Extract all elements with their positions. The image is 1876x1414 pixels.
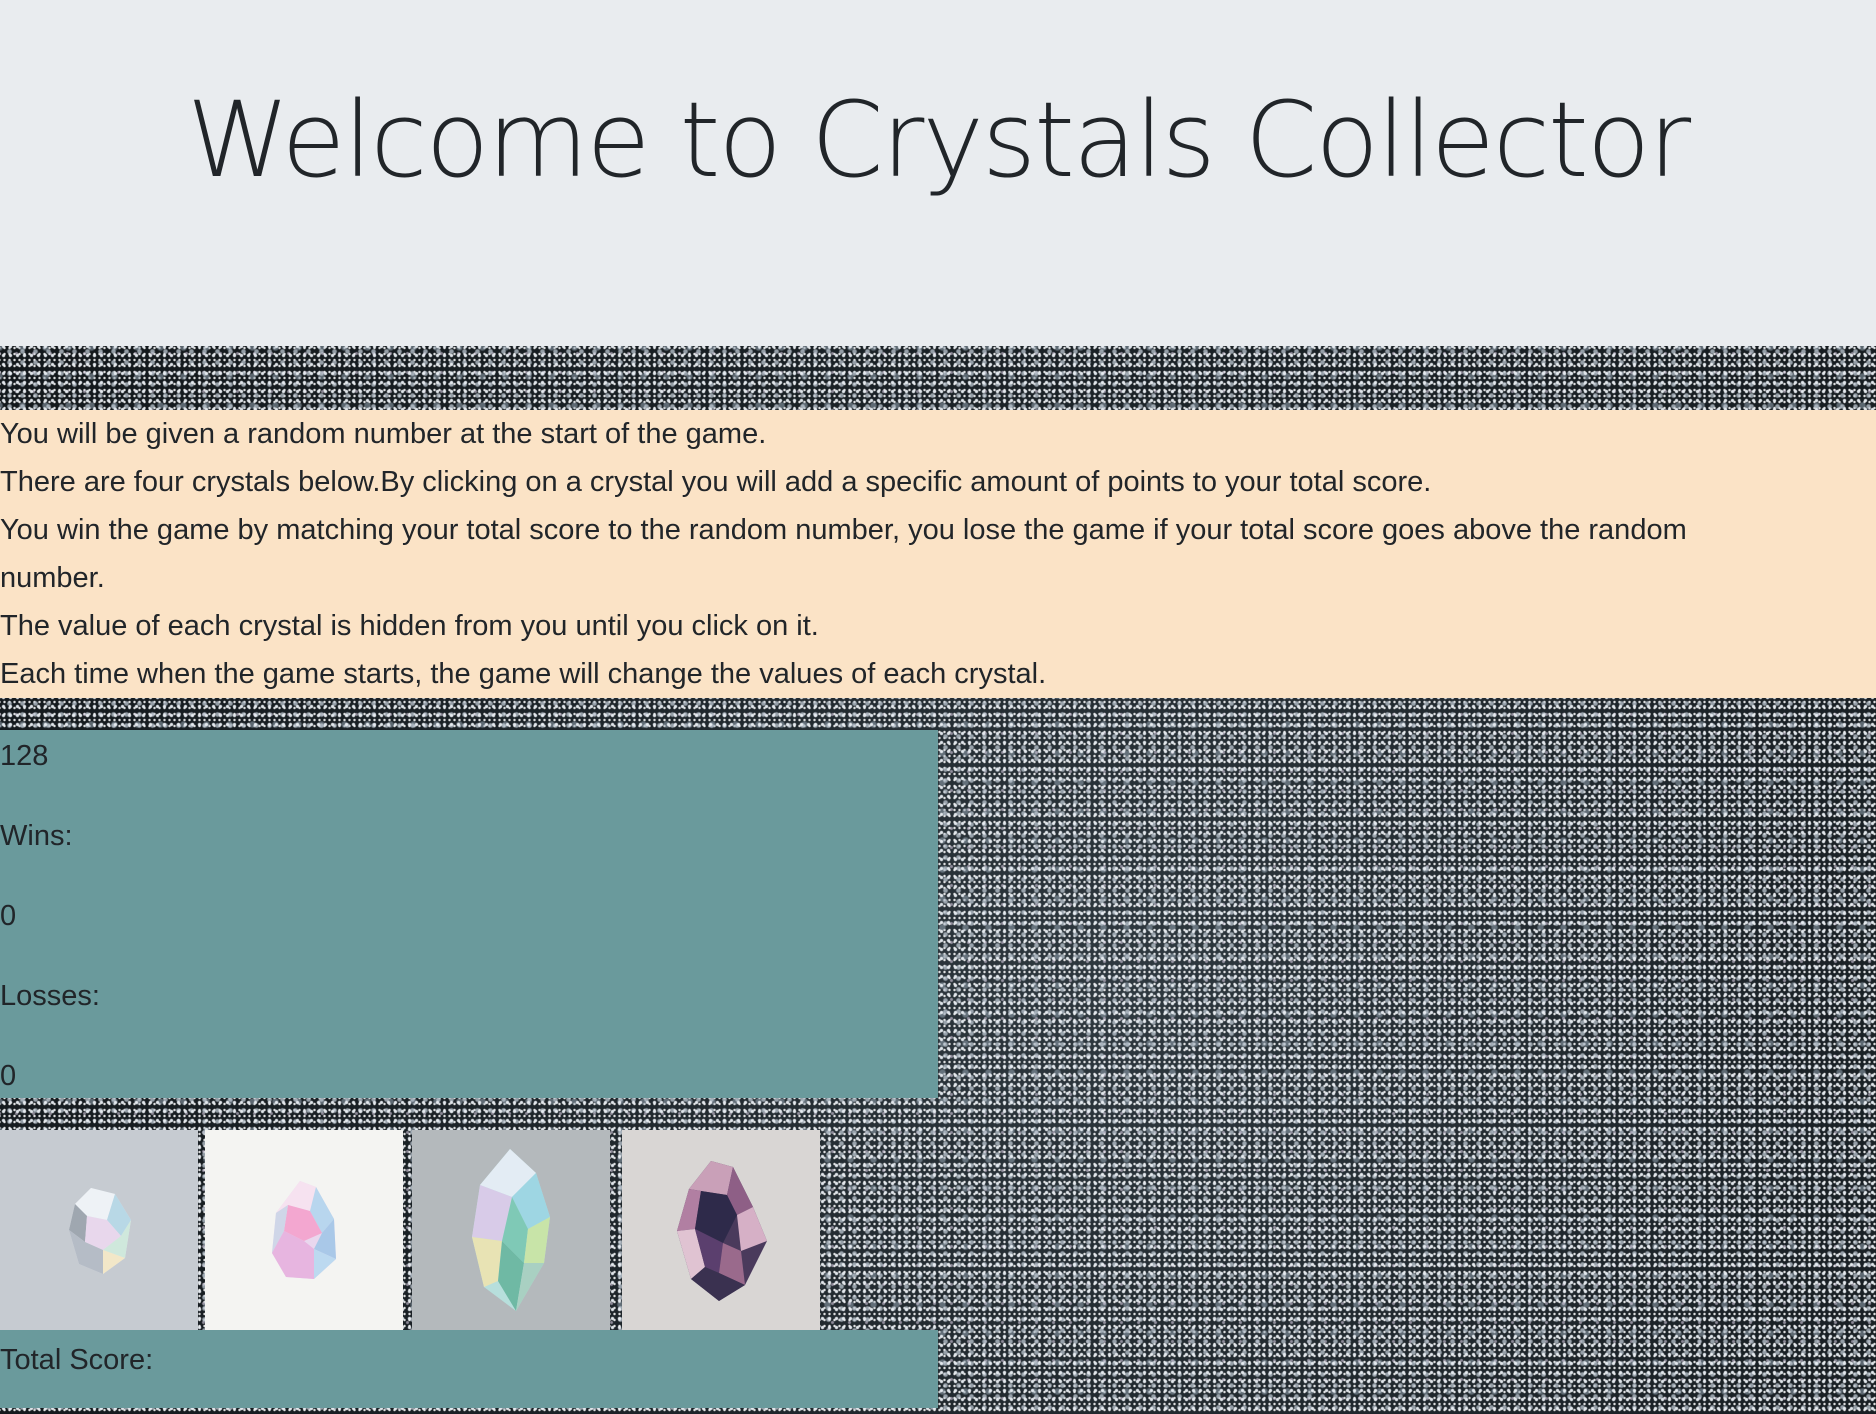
total-score-panel: Total Score: xyxy=(0,1330,938,1408)
wins-label: Wins: xyxy=(0,820,73,852)
losses-value: 0 xyxy=(0,1060,17,1092)
random-number: 128 xyxy=(0,740,49,772)
wins-value: 0 xyxy=(0,900,17,932)
page-title: Welcome to Crystals Collector xyxy=(186,79,1691,201)
instructions-panel: You will be given a random number at the… xyxy=(0,410,1876,698)
jumbotron-header: Welcome to Crystals Collector xyxy=(0,0,1876,346)
instruction-line: The value of each crystal is hidden from… xyxy=(0,610,819,642)
instruction-line: Each time when the game starts, the game… xyxy=(0,658,1047,690)
instruction-line: There are four crystals below.By clickin… xyxy=(0,466,1432,498)
crystal-4-icon xyxy=(677,1161,767,1301)
crystal-2-icon xyxy=(272,1181,336,1279)
crystal-button-3[interactable] xyxy=(412,1130,610,1330)
instruction-line: You will be given a random number at the… xyxy=(0,418,767,450)
crystal-1-icon xyxy=(69,1188,131,1274)
instruction-line: You win the game by matching your total … xyxy=(0,514,1687,594)
crystal-button-2[interactable] xyxy=(205,1130,403,1330)
total-score-label: Total Score: xyxy=(0,1344,154,1376)
crystal-button-4[interactable] xyxy=(622,1130,820,1330)
crystal-button-1[interactable] xyxy=(0,1130,198,1330)
losses-label: Losses: xyxy=(0,980,100,1012)
crystal-3-icon xyxy=(472,1149,550,1311)
stats-panel: 128 Wins: 0 Losses: 0 xyxy=(0,730,938,1098)
